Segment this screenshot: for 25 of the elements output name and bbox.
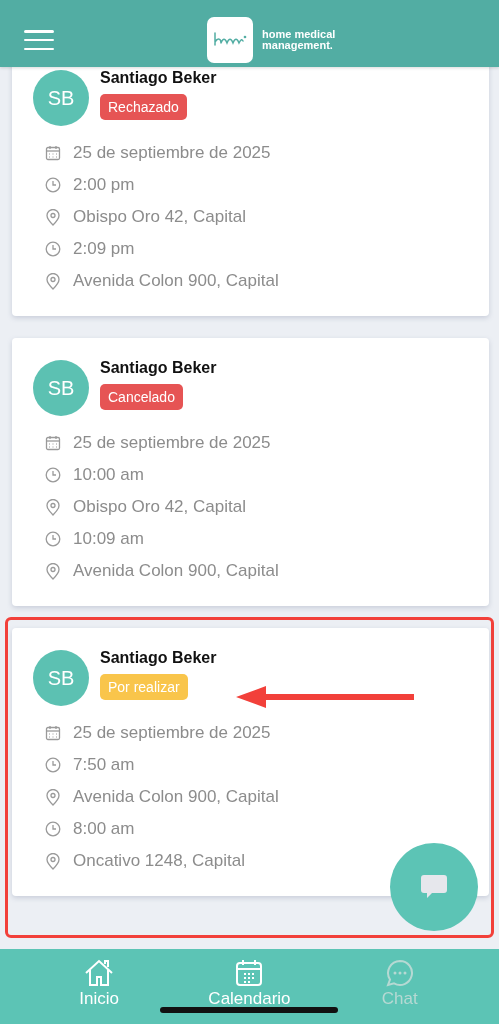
avatar: SB — [33, 650, 89, 706]
time-text: 7:50 am — [73, 755, 135, 775]
avatar: SB — [33, 360, 89, 416]
logo-text: home medical management. — [262, 28, 337, 51]
time-text: 10:00 am — [73, 465, 144, 485]
patient-name: Santiago Beker — [100, 68, 217, 88]
place-text: Oncativo 1248, Capital — [73, 851, 245, 871]
time-text: 2:09 pm — [73, 239, 135, 259]
place-text: Avenida Colon 900, Capital — [73, 271, 279, 291]
place-text: Avenida Colon 900, Capital — [73, 561, 279, 581]
date-text: 25 de septiembre de 2025 — [73, 723, 271, 743]
time-text: 2:00 pm — [73, 175, 135, 195]
place-text: Obispo Oro 42, Capital — [73, 497, 246, 517]
time-text: 8:00 am — [73, 819, 135, 839]
date-text: 25 de septiembre de 2025 — [73, 143, 271, 163]
patient-name: Santiago Beker — [100, 648, 217, 668]
place-text: Obispo Oro 42, Capital — [73, 207, 246, 227]
date-text: 25 de septiembre de 2025 — [73, 433, 271, 453]
place-text: Avenida Colon 900, Capital — [73, 787, 279, 807]
time-text: 10:09 am — [73, 529, 144, 549]
status-badge: Cancelado — [100, 384, 183, 410]
status-badge: Rechazado — [100, 94, 187, 120]
status-badge: Por realizar — [100, 674, 188, 700]
patient-name: Santiago Beker — [100, 358, 217, 378]
avatar: SB — [33, 70, 89, 126]
